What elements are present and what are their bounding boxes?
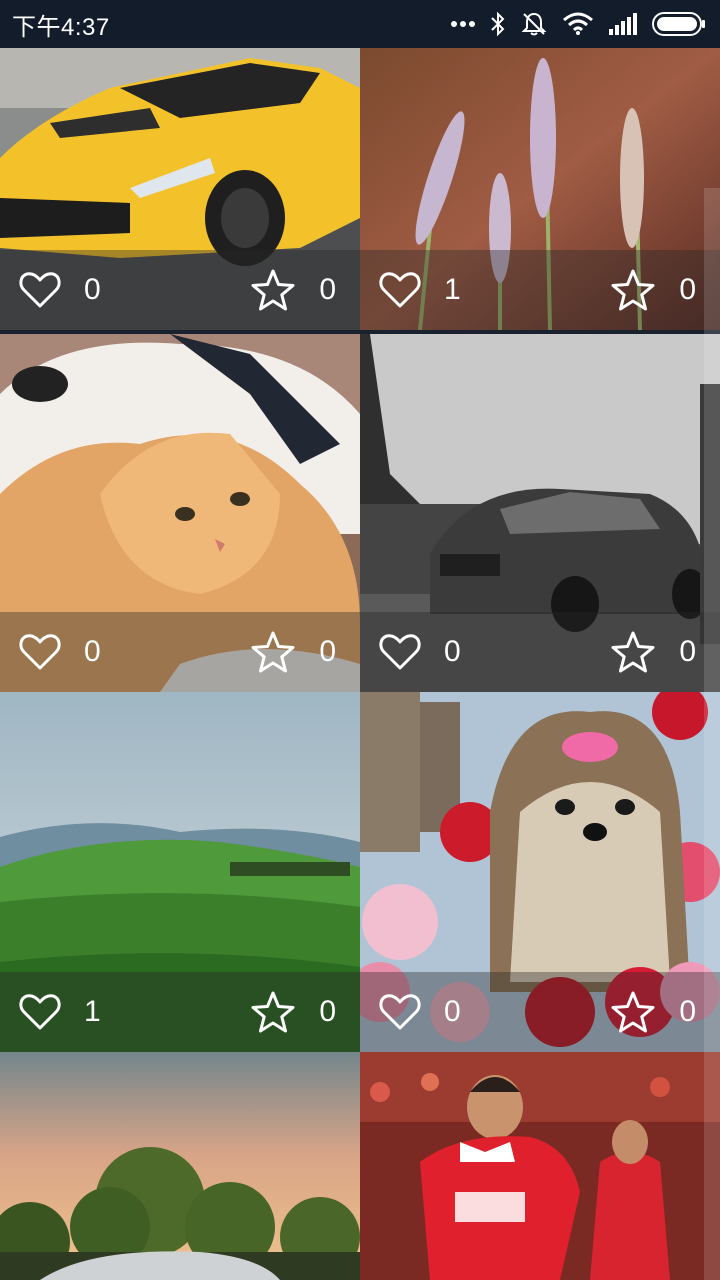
favorite-count: 0	[679, 635, 696, 668]
silent-icon	[521, 12, 547, 36]
like-count: 1	[84, 995, 101, 1028]
heart-icon[interactable]	[18, 990, 62, 1034]
image-tile[interactable]: 0 0	[0, 48, 360, 330]
image-tile[interactable]: 0 0	[0, 334, 360, 692]
favorite-group: 0	[611, 630, 696, 674]
like-group: 0	[18, 630, 101, 674]
favorite-group: 0	[251, 630, 336, 674]
favorite-count: 0	[679, 273, 696, 306]
image-tile[interactable]	[0, 1052, 360, 1280]
favorite-group: 0	[251, 268, 336, 312]
status-icons	[450, 10, 706, 38]
status-bar: 下午4:37	[0, 0, 720, 48]
like-group: 0	[378, 630, 461, 674]
favorite-group: 0	[611, 268, 696, 312]
star-icon[interactable]	[611, 630, 655, 674]
image-tile[interactable]: 1 0	[360, 48, 720, 330]
tile-action-bar: 1 0	[360, 250, 720, 330]
image-tile[interactable]: 1 0	[0, 692, 360, 1052]
tile-action-bar: 0 0	[0, 250, 360, 330]
image-grid[interactable]: 0 0 1 0 0 0 0 0 1 0 0 0	[0, 48, 720, 1280]
star-icon[interactable]	[251, 990, 295, 1034]
heart-icon[interactable]	[18, 630, 62, 674]
like-count: 1	[444, 273, 461, 306]
tile-action-bar: 0 0	[360, 612, 720, 692]
battery-icon	[652, 12, 705, 36]
like-count: 0	[84, 273, 101, 306]
heart-icon[interactable]	[378, 990, 422, 1034]
star-icon[interactable]	[251, 630, 295, 674]
wifi-icon	[563, 12, 593, 35]
image-tile[interactable]: 0 0	[360, 692, 720, 1052]
like-group: 0	[18, 268, 101, 312]
photo-sunset-trees-car[interactable]	[0, 1052, 360, 1280]
status-time: 下午4:37	[12, 13, 110, 41]
favorite-count: 0	[319, 995, 336, 1028]
image-tile[interactable]	[360, 1052, 720, 1280]
heart-icon[interactable]	[378, 268, 422, 312]
heart-icon[interactable]	[18, 268, 62, 312]
like-group: 1	[378, 268, 461, 312]
favorite-group: 0	[611, 990, 696, 1034]
star-icon[interactable]	[251, 268, 295, 312]
favorite-group: 0	[251, 990, 336, 1034]
scroll-indicator	[704, 188, 720, 1280]
signal-icon	[609, 13, 637, 35]
photo-football-player[interactable]	[360, 1052, 720, 1280]
more-dots-icon	[451, 21, 475, 27]
image-tile[interactable]: 0 0	[360, 334, 720, 692]
tile-action-bar: 0 0	[360, 972, 720, 1052]
like-count: 0	[444, 635, 461, 668]
favorite-count: 0	[319, 635, 336, 668]
tile-action-bar: 1 0	[0, 972, 360, 1052]
like-group: 0	[378, 990, 461, 1034]
star-icon[interactable]	[611, 990, 655, 1034]
like-count: 0	[84, 635, 101, 668]
favorite-count: 0	[679, 995, 696, 1028]
heart-icon[interactable]	[378, 630, 422, 674]
favorite-count: 0	[319, 273, 336, 306]
like-group: 1	[18, 990, 101, 1034]
like-count: 0	[444, 995, 461, 1028]
bluetooth-icon	[491, 11, 505, 37]
tile-action-bar: 0 0	[0, 612, 360, 692]
star-icon[interactable]	[611, 268, 655, 312]
